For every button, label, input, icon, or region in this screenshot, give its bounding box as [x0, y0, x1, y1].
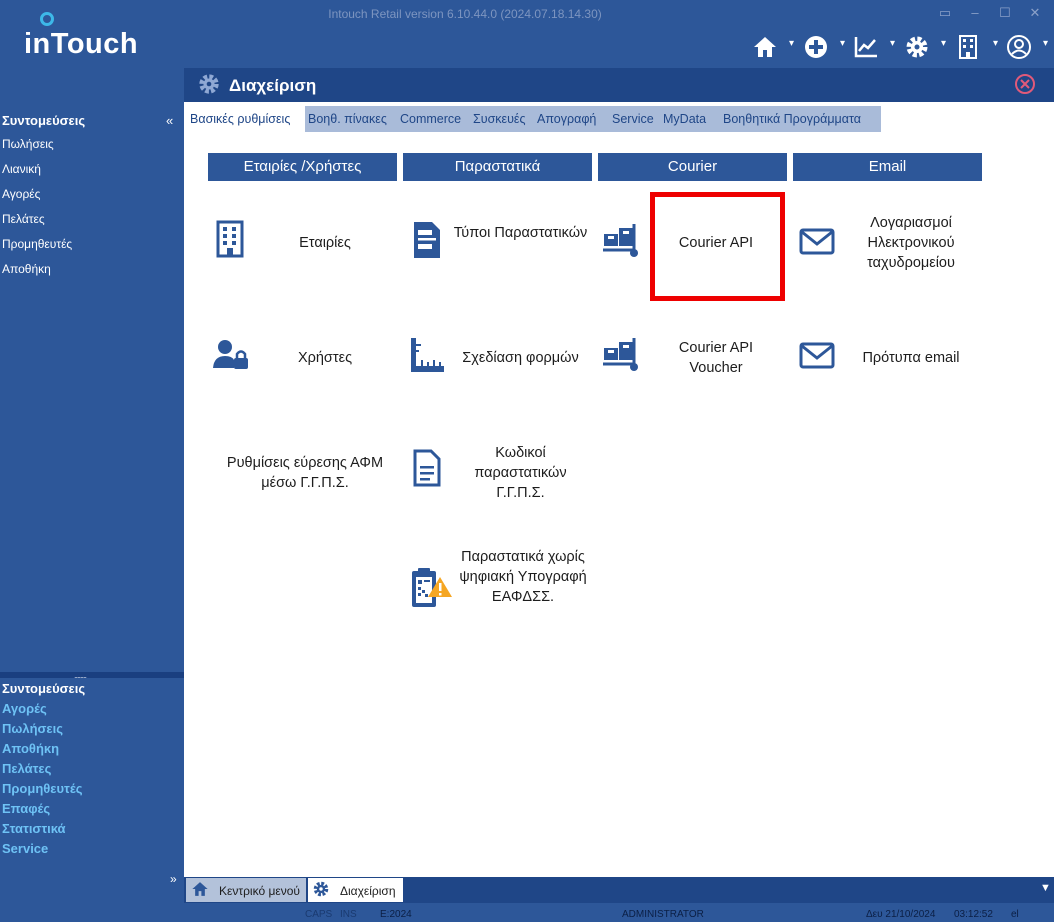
shortcut-statistics[interactable]: Στατιστικά: [0, 819, 184, 839]
chart-icon[interactable]: [853, 34, 879, 60]
panel-title: Διαχείριση: [229, 76, 317, 95]
shortcut-warehouse[interactable]: Αποθήκη: [0, 739, 184, 759]
user-lock-icon[interactable]: [212, 338, 250, 378]
home-icon: [192, 882, 208, 896]
user-dropdown-icon[interactable]: ▾: [1043, 38, 1048, 49]
current-user: ADMINISTRATOR: [622, 909, 704, 920]
shortcut-purchases[interactable]: Αγορές: [0, 699, 184, 719]
sidebar-item-warehouse[interactable]: Αποθήκη: [0, 257, 184, 282]
window-title: Intouch Retail version 6.10.44.0 (2024.0…: [328, 7, 602, 21]
logo-pin-icon: [40, 12, 54, 26]
tab-mydata[interactable]: MyData: [660, 106, 720, 132]
sidebar-item-sales[interactable]: Πωλήσεις: [0, 132, 184, 157]
settings-dropdown-icon[interactable]: ▾: [941, 38, 946, 49]
ruler-icon[interactable]: [408, 336, 446, 376]
tab-service[interactable]: Service: [609, 106, 660, 132]
building-icon[interactable]: [955, 34, 981, 60]
truck-boxes-icon[interactable]: [602, 336, 640, 376]
section-email: Email: [793, 153, 982, 181]
document-codes-link[interactable]: Κωδικοί παραστατικών Γ.Γ.Π.Σ.: [453, 443, 588, 503]
sidebar-splitter[interactable]: [0, 672, 184, 678]
shortcut-sales[interactable]: Πωλήσεις: [0, 719, 184, 739]
maximize-button[interactable]: ☐: [990, 3, 1020, 23]
ins-indicator: INS: [340, 909, 357, 920]
user-circle-icon[interactable]: [1006, 34, 1032, 60]
tab-admin-label: Διαχείριση: [340, 884, 396, 898]
document-type-icon[interactable]: [408, 220, 446, 260]
bottom-shortcuts-header: Συντομεύσεις: [2, 681, 86, 696]
app-logo: inTouch: [24, 28, 139, 60]
document-types-link[interactable]: Τύποι Παραστατικών: [453, 223, 588, 243]
courier-api-voucher-link[interactable]: Courier API Voucher: [655, 338, 777, 378]
sidebar-item-customers[interactable]: Πελάτες: [0, 207, 184, 232]
tab-basic-settings[interactable]: Βασικές ρυθμίσεις: [187, 106, 305, 132]
afm-settings-link[interactable]: Ρυθμίσεις εύρεσης ΑΦΜ μέσω Γ.Γ.Π.Σ.: [215, 453, 395, 493]
form-design-link[interactable]: Σχεδίαση φορμών: [453, 348, 588, 368]
shortcut-customers[interactable]: Πελάτες: [0, 759, 184, 779]
fiscal-year: E:2024: [380, 909, 412, 920]
add-circle-icon[interactable]: [803, 34, 829, 60]
sidebar-item-suppliers[interactable]: Προμηθευτές: [0, 232, 184, 257]
home-dropdown-icon[interactable]: ▾: [789, 38, 794, 49]
section-documents: Παραστατικά: [403, 153, 592, 181]
highlight-box: [650, 192, 785, 301]
shortcuts-header: Συντομεύσεις: [2, 113, 86, 128]
tab-aux-tables[interactable]: Βοηθ. πίνακες: [305, 106, 397, 132]
unsigned-documents-link[interactable]: Παραστατικά χωρίς ψηφιακή Υπογραφή ΕΑΦΔΣ…: [458, 547, 588, 607]
tab-utilities[interactable]: Βοηθητικά Προγράμματα: [720, 106, 881, 132]
shortcut-suppliers[interactable]: Προμηθευτές: [0, 779, 184, 799]
shortcuts-panel: Συντομεύσεις Πωλήσεις Λιανική Αγορές Πελ…: [0, 110, 184, 282]
gear-icon: [199, 74, 219, 94]
language-indicator: el: [1011, 909, 1019, 920]
close-window-button[interactable]: ✕: [1020, 3, 1050, 23]
caps-indicator: CAPS: [305, 909, 333, 920]
tab-main-menu-label: Κεντρικό μενού: [219, 884, 300, 898]
home-icon[interactable]: [752, 34, 778, 60]
add-dropdown-icon[interactable]: ▾: [840, 38, 845, 49]
email-templates-link[interactable]: Πρότυπα email: [840, 348, 982, 368]
chart-dropdown-icon[interactable]: ▾: [890, 38, 895, 49]
status-date: Δευ 21/10/2024: [866, 909, 936, 920]
companies-link[interactable]: Εταιρίες: [255, 233, 395, 253]
truck-boxes-icon[interactable]: [602, 222, 640, 262]
company-dropdown-icon[interactable]: ▾: [993, 38, 998, 49]
sidebar-item-purchases[interactable]: Αγορές: [0, 182, 184, 207]
tab-list-dropdown-icon[interactable]: ▼: [1040, 882, 1051, 894]
users-link[interactable]: Χρήστες: [255, 348, 395, 368]
section-courier: Courier: [598, 153, 787, 181]
minimize-button[interactable]: –: [960, 3, 990, 23]
tab-devices[interactable]: Συσκευές: [470, 106, 534, 132]
document-icon[interactable]: [408, 448, 446, 488]
close-icon[interactable]: [1014, 73, 1036, 95]
status-time: 03:12:52: [954, 909, 993, 920]
collapse-sidebar-button[interactable]: «: [166, 113, 173, 128]
shortcut-service[interactable]: Service: [0, 839, 184, 859]
tab-inventory[interactable]: Απογραφή: [534, 106, 609, 132]
gear-icon[interactable]: [904, 34, 930, 60]
building-icon[interactable]: [212, 220, 250, 260]
sidebar-item-retail[interactable]: Λιανική: [0, 157, 184, 182]
bottom-shortcuts-panel: Συντομεύσεις Αγορές Πωλήσεις Αποθήκη Πελ…: [0, 679, 184, 859]
tab-commerce[interactable]: Commerce: [397, 106, 470, 132]
envelope-icon[interactable]: [798, 222, 836, 262]
gear-icon: [313, 881, 329, 897]
email-accounts-link[interactable]: Λογαριασμοί Ηλεκτρονικού ταχυδρομείου: [840, 213, 982, 273]
restore-icon[interactable]: ▭: [930, 3, 960, 23]
clipboard-warning-icon[interactable]: [408, 565, 454, 611]
shortcut-contacts[interactable]: Επαφές: [0, 799, 184, 819]
expand-shortcuts-button[interactable]: »: [170, 872, 177, 886]
section-companies-users: Εταιρίες /Χρήστες: [208, 153, 397, 181]
envelope-icon[interactable]: [798, 336, 836, 376]
